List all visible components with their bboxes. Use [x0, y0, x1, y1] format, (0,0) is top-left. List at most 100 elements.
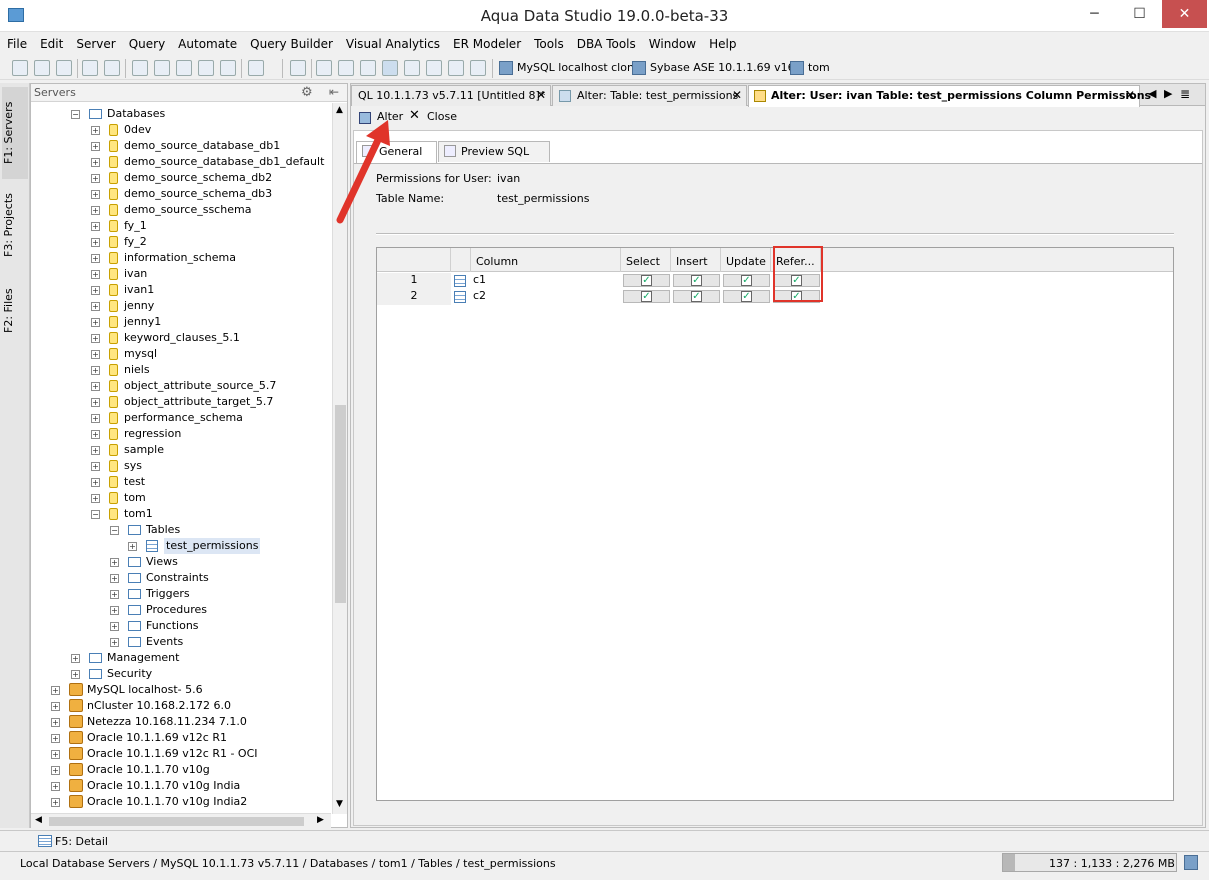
menu-visual-analytics[interactable]: Visual Analytics	[339, 34, 446, 55]
tree-item-database[interactable]: + niels	[31, 362, 331, 378]
scroll-right-icon[interactable]: ▶	[317, 815, 324, 825]
menu-server[interactable]: Server	[69, 34, 121, 55]
tree-item-database[interactable]: + performance_schema	[31, 410, 331, 426]
tree-item-triggers[interactable]: + Triggers	[31, 586, 331, 602]
grid-icon-1[interactable]	[316, 60, 332, 76]
expand-toggle-icon[interactable]: +	[51, 702, 60, 711]
expand-toggle-icon[interactable]: −	[91, 510, 100, 519]
close-window-button[interactable]: ✕	[1162, 0, 1207, 28]
grid-icon-5[interactable]	[404, 60, 420, 76]
tab-files[interactable]: F2: Files	[2, 279, 28, 343]
gear-icon[interactable]: ⚙	[301, 85, 313, 100]
expand-toggle-icon[interactable]: +	[91, 382, 100, 391]
menu-automate[interactable]: Automate	[171, 34, 243, 55]
expand-toggle-icon[interactable]: +	[110, 574, 119, 583]
query-icon-2[interactable]	[154, 60, 170, 76]
menu-window[interactable]: Window	[642, 34, 702, 55]
menu-help[interactable]: Help	[702, 34, 742, 55]
tab-scroll-left-icon[interactable]: ◀	[1148, 87, 1156, 100]
expand-toggle-icon[interactable]: −	[110, 526, 119, 535]
grid-icon-6[interactable]	[426, 60, 442, 76]
expand-toggle-icon[interactable]: +	[91, 254, 100, 263]
tree-item-database[interactable]: + demo_source_schema_db2	[31, 170, 331, 186]
expand-toggle-icon[interactable]: +	[91, 478, 100, 487]
expand-toggle-icon[interactable]: +	[51, 734, 60, 743]
tab-query-untitled-8[interactable]: QL 10.1.1.73 v5.7.11 [Untitled 8]* ✕	[351, 85, 551, 106]
menu-tools[interactable]: Tools	[527, 34, 570, 55]
expand-toggle-icon[interactable]: +	[51, 798, 60, 807]
expand-toggle-icon[interactable]: +	[110, 590, 119, 599]
tree-item-security[interactable]: + Security	[31, 666, 331, 682]
query-icon-1[interactable]	[132, 60, 148, 76]
expand-toggle-icon[interactable]: +	[71, 670, 80, 679]
tree-item-database[interactable]: + ivan1	[31, 282, 331, 298]
expand-toggle-icon[interactable]: +	[91, 366, 100, 375]
document-icon[interactable]	[248, 60, 264, 76]
tree-item-database[interactable]: + demo_source_database_db1_default	[31, 154, 331, 170]
select-checkbox[interactable]: ✓	[623, 274, 670, 287]
expand-toggle-icon[interactable]: +	[91, 222, 100, 231]
expand-toggle-icon[interactable]: +	[110, 606, 119, 615]
tree-item-database[interactable]: + tom	[31, 490, 331, 506]
tree-item-databases[interactable]: − Databases	[31, 106, 331, 122]
menu-query[interactable]: Query	[122, 34, 171, 55]
expand-toggle-icon[interactable]: +	[91, 142, 100, 151]
expand-toggle-icon[interactable]: +	[91, 270, 100, 279]
column-header-insert[interactable]: Insert	[671, 248, 721, 272]
toolbar-connection-tom[interactable]: tom	[808, 61, 830, 74]
tree-item-database[interactable]: + information_schema	[31, 250, 331, 266]
grid-icon-3[interactable]	[360, 60, 376, 76]
tree-item-database[interactable]: + sample	[31, 442, 331, 458]
tool-icon-1[interactable]	[82, 60, 98, 76]
tree-item-tables[interactable]: − Tables	[31, 522, 331, 538]
menu-file[interactable]: File	[0, 34, 33, 55]
tab-servers[interactable]: F1: Servers	[2, 87, 28, 179]
expand-toggle-icon[interactable]: +	[51, 782, 60, 791]
connect-icon[interactable]	[56, 60, 72, 76]
tree-item-database[interactable]: − tom1	[31, 506, 331, 522]
tree-item-server[interactable]: + Netezza 10.168.11.234 7.1.0	[31, 714, 331, 730]
tree-item-database[interactable]: + ivan	[31, 266, 331, 282]
insert-checkbox[interactable]: ✓	[673, 274, 720, 287]
scroll-thumb[interactable]	[49, 817, 304, 826]
tree-item-database[interactable]: + demo_source_database_db1	[31, 138, 331, 154]
tree-item-database[interactable]: + demo_source_schema_db3	[31, 186, 331, 202]
expand-toggle-icon[interactable]: +	[110, 622, 119, 631]
expand-toggle-icon[interactable]: +	[91, 174, 100, 183]
expand-toggle-icon[interactable]: +	[91, 238, 100, 247]
query-icon-3[interactable]	[176, 60, 192, 76]
edit-server-icon[interactable]	[34, 60, 50, 76]
expand-toggle-icon[interactable]: +	[91, 494, 100, 503]
tab-alter-user-permissions[interactable]: Alter: User: ivan Table: test_permission…	[748, 85, 1151, 107]
menu-er-modeler[interactable]: ER Modeler	[446, 34, 527, 55]
garbage-collect-icon[interactable]	[1184, 855, 1198, 870]
tree-item-database[interactable]: + fy_2	[31, 234, 331, 250]
update-checkbox[interactable]: ✓	[723, 274, 770, 287]
tab-general[interactable]: General	[356, 141, 437, 163]
toolbar-connection-sybase[interactable]: Sybase ASE 10.1.1.69 v16	[650, 61, 795, 74]
maximize-button[interactable]: ☐	[1117, 0, 1162, 28]
insert-checkbox[interactable]: ✓	[673, 290, 720, 303]
tree-item-database[interactable]: + fy_1	[31, 218, 331, 234]
tab-projects[interactable]: F3: Projects	[2, 183, 28, 267]
close-icon[interactable]: ✕	[732, 86, 742, 105]
expand-toggle-icon[interactable]: +	[91, 430, 100, 439]
toolbar-connection-mysql[interactable]: MySQL localhost clone	[517, 61, 641, 74]
query-icon-5[interactable]	[220, 60, 236, 76]
tree-item-server[interactable]: + Oracle 10.1.1.69 v12c R1 - OCI	[31, 746, 331, 762]
select-checkbox[interactable]: ✓	[623, 290, 670, 303]
tree-item-database[interactable]: + test	[31, 474, 331, 490]
expand-toggle-icon[interactable]: +	[51, 686, 60, 695]
new-server-icon[interactable]	[12, 60, 28, 76]
memory-indicator[interactable]: 137 : 1,133 : 2,276 MB	[1002, 853, 1177, 872]
expand-toggle-icon[interactable]: +	[51, 766, 60, 775]
expand-toggle-icon[interactable]: +	[91, 318, 100, 327]
grid-icon-7[interactable]	[448, 60, 464, 76]
tree-item-server[interactable]: + nCluster 10.168.2.172 6.0	[31, 698, 331, 714]
script-icon[interactable]	[290, 60, 306, 76]
column-header-select[interactable]: Select	[621, 248, 671, 272]
column-header-column[interactable]: Column	[471, 248, 621, 272]
tab-alter-table[interactable]: Alter: Table: test_permissions ✕	[552, 85, 747, 106]
tab-scroll-right-icon[interactable]: ▶	[1164, 87, 1172, 100]
tree-item-server[interactable]: + Oracle 10.1.1.69 v12c R1	[31, 730, 331, 746]
